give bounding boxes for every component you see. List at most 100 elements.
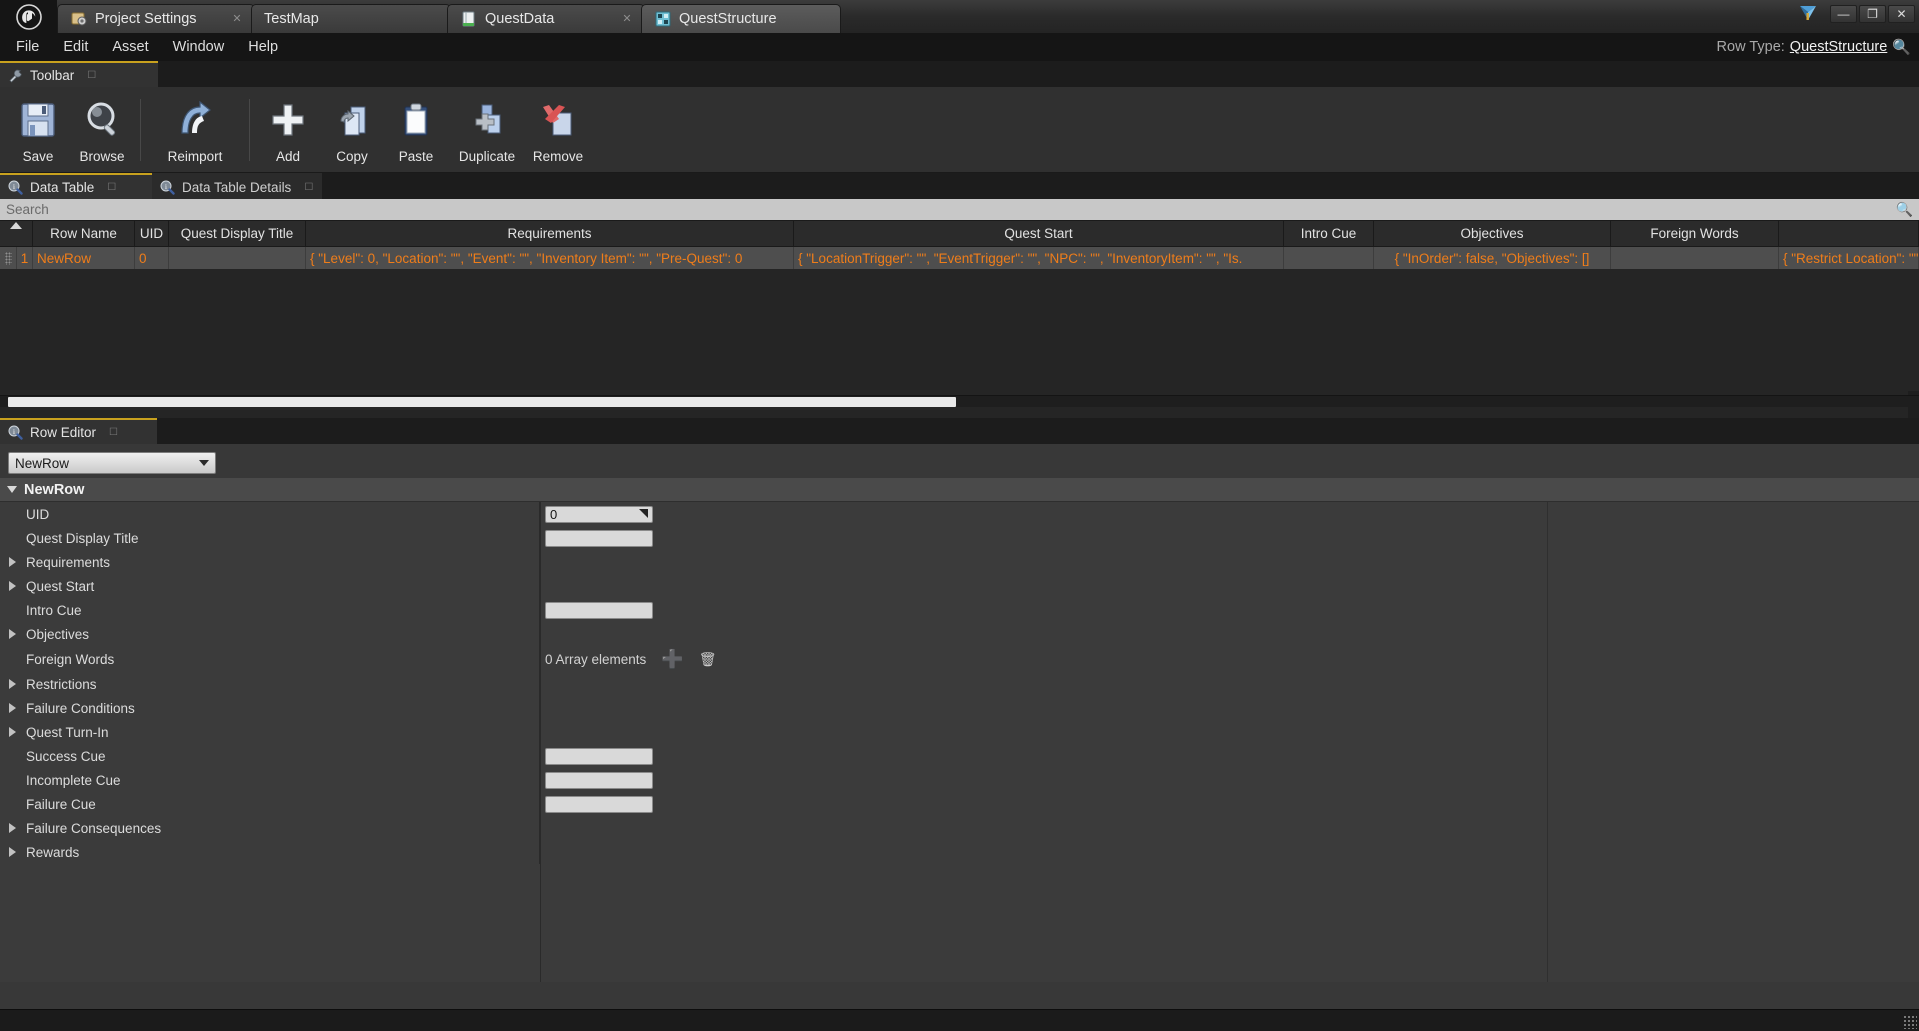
property-row-restrictions[interactable]: Restrictions bbox=[0, 672, 1919, 696]
cell-row-name[interactable]: NewRow bbox=[33, 247, 135, 269]
resize-grip-icon[interactable] bbox=[1903, 1015, 1917, 1029]
column-header-requirements[interactable]: Requirements bbox=[306, 221, 794, 246]
property-row-objectives[interactable]: Objectives bbox=[0, 622, 1919, 646]
property-row-quest-start[interactable]: Quest Start bbox=[0, 574, 1919, 598]
property-row-success-cue[interactable]: Success Cue bbox=[0, 744, 1919, 768]
data-table-panel: i Data Table ☐ i Data Table Details ☐ Se… bbox=[0, 173, 1919, 551]
cell-objectives[interactable]: { "InOrder": false, "Objectives": [] bbox=[1374, 247, 1611, 269]
panel-tab-label: Data Table Details bbox=[182, 179, 292, 195]
column-header-quest-start[interactable]: Quest Start bbox=[794, 221, 1284, 246]
panel-tab-toolbar[interactable]: Toolbar ☐ bbox=[0, 61, 158, 87]
property-row-quest-turn-in[interactable]: Quest Turn-In bbox=[0, 720, 1919, 744]
incomplete-cue-input[interactable] bbox=[545, 771, 653, 789]
chevron-right-icon[interactable] bbox=[9, 629, 16, 639]
close-icon[interactable]: ✕ bbox=[620, 12, 634, 26]
table-row[interactable]: 1 NewRow 0 { "Level": 0, "Location": "",… bbox=[0, 247, 1919, 269]
menu-item-edit[interactable]: Edit bbox=[51, 33, 100, 61]
cell-foreign-words[interactable] bbox=[1611, 247, 1779, 269]
data-table-search-bar[interactable]: Search 🔍 bbox=[0, 199, 1919, 221]
row-drag-handle[interactable] bbox=[0, 247, 17, 269]
minimize-button[interactable]: — bbox=[1830, 4, 1857, 23]
plus-icon[interactable]: ➕ bbox=[661, 650, 683, 668]
column-header-row-name[interactable]: Row Name bbox=[33, 221, 135, 246]
toolbar-button-reimport[interactable]: Reimport bbox=[147, 91, 243, 169]
row-selector-dropdown[interactable]: NewRow bbox=[8, 452, 216, 474]
column-header-foreign-words[interactable]: Foreign Words bbox=[1611, 221, 1779, 246]
scrollbar-thumb[interactable] bbox=[8, 397, 956, 407]
column-header-uid[interactable]: UID bbox=[135, 221, 169, 246]
success-cue-input[interactable] bbox=[545, 747, 653, 765]
property-label: Restrictions bbox=[26, 676, 97, 692]
chevron-right-icon[interactable] bbox=[9, 581, 16, 591]
uid-number-input[interactable]: 0 bbox=[545, 505, 653, 523]
unreal-logo-icon[interactable] bbox=[0, 0, 57, 33]
cell-uid[interactable]: 0 bbox=[135, 247, 169, 269]
property-row-foreign-words[interactable]: Foreign Words 0 Array elements ➕ 🗑 bbox=[0, 646, 1919, 672]
copy-pages-icon bbox=[329, 97, 375, 143]
row-type-value[interactable]: QuestStructure bbox=[1790, 39, 1888, 55]
maximize-button[interactable]: ❐ bbox=[1859, 4, 1886, 23]
toolbar-button-label: Duplicate bbox=[458, 148, 516, 164]
menu-item-help[interactable]: Help bbox=[236, 33, 290, 61]
toolbar-button-save[interactable]: Save bbox=[6, 91, 70, 169]
column-header-index[interactable] bbox=[0, 221, 33, 246]
toolbar-button-remove[interactable]: Remove bbox=[526, 91, 590, 169]
window-tab-testmap[interactable]: TestMap bbox=[251, 4, 451, 33]
cell-quest-display-title[interactable] bbox=[169, 247, 306, 269]
property-row-failure-cue[interactable]: Failure Cue bbox=[0, 792, 1919, 816]
menu-item-asset[interactable]: Asset bbox=[100, 33, 160, 61]
menu-item-window[interactable]: Window bbox=[161, 33, 237, 61]
panel-tab-data-table-details[interactable]: i Data Table Details ☐ bbox=[152, 173, 323, 199]
toolbar-button-copy[interactable]: Copy bbox=[320, 91, 384, 169]
toolbar-button-paste[interactable]: Paste bbox=[384, 91, 448, 169]
chevron-right-icon[interactable] bbox=[9, 823, 16, 833]
cell-overflow[interactable]: { "Restrict Location": "", "Restri bbox=[1779, 247, 1919, 269]
search-icon[interactable]: 🔍 bbox=[1896, 201, 1913, 218]
property-row-uid[interactable]: UID 0 bbox=[0, 502, 1919, 526]
property-row-failure-consequences[interactable]: Failure Consequences bbox=[0, 816, 1919, 840]
cell-requirements[interactable]: { "Level": 0, "Location": "", "Event": "… bbox=[306, 247, 794, 269]
close-icon[interactable]: ☐ bbox=[304, 182, 313, 193]
intro-cue-input[interactable] bbox=[545, 601, 653, 619]
property-row-requirements[interactable]: Requirements bbox=[0, 550, 1919, 574]
property-row-failure-conditions[interactable]: Failure Conditions bbox=[0, 696, 1919, 720]
cell-intro-cue[interactable] bbox=[1284, 247, 1374, 269]
quest-display-title-input[interactable] bbox=[545, 529, 653, 547]
column-header-objectives[interactable]: Objectives bbox=[1374, 221, 1611, 246]
close-button[interactable]: ✕ bbox=[1888, 4, 1915, 23]
property-row-incomplete-cue[interactable]: Incomplete Cue bbox=[0, 768, 1919, 792]
property-row-rewards[interactable]: Rewards bbox=[0, 840, 1919, 864]
panel-tab-row-editor[interactable]: i Row Editor ☐ bbox=[0, 418, 157, 444]
close-icon[interactable]: ☐ bbox=[87, 70, 96, 81]
trash-icon[interactable]: 🗑 bbox=[699, 651, 717, 668]
search-input[interactable]: Search bbox=[6, 202, 1896, 217]
info-magnifier-icon: i bbox=[8, 180, 23, 195]
close-icon[interactable]: ☐ bbox=[107, 182, 116, 193]
drag-spinner-icon[interactable] bbox=[637, 508, 648, 520]
category-header-newrow[interactable]: NewRow bbox=[0, 478, 1919, 502]
toolbar-button-add[interactable]: Add bbox=[256, 91, 320, 169]
data-table-horizontal-scrollbar[interactable] bbox=[0, 395, 1919, 407]
window-tab-queststructure[interactable]: QuestStructure bbox=[641, 4, 841, 33]
panel-tab-data-table[interactable]: i Data Table ☐ bbox=[0, 173, 152, 199]
failure-cue-input[interactable] bbox=[545, 795, 653, 813]
chevron-right-icon[interactable] bbox=[9, 557, 16, 567]
chevron-right-icon[interactable] bbox=[9, 679, 16, 689]
column-header-quest-display-title[interactable]: Quest Display Title bbox=[169, 221, 306, 246]
chevron-right-icon[interactable] bbox=[9, 847, 16, 857]
close-icon[interactable]: ✕ bbox=[230, 12, 244, 26]
window-tab-label: Project Settings bbox=[95, 11, 197, 27]
property-row-intro-cue[interactable]: Intro Cue bbox=[0, 598, 1919, 622]
window-tab-questdata[interactable]: QuestData ✕ bbox=[447, 4, 645, 33]
close-icon[interactable]: ☐ bbox=[109, 427, 118, 438]
search-icon[interactable]: 🔍 bbox=[1892, 38, 1911, 56]
toolbar-button-browse[interactable]: Browse bbox=[70, 91, 134, 169]
chevron-right-icon[interactable] bbox=[9, 703, 16, 713]
property-row-quest-display-title[interactable]: Quest Display Title bbox=[0, 526, 1919, 550]
toolbar-button-duplicate[interactable]: Duplicate bbox=[448, 91, 526, 169]
column-header-intro-cue[interactable]: Intro Cue bbox=[1284, 221, 1374, 246]
menu-item-file[interactable]: File bbox=[4, 33, 51, 61]
window-tab-project-settings[interactable]: Project Settings ✕ bbox=[57, 4, 255, 33]
cell-quest-start[interactable]: { "LocationTrigger": "", "EventTrigger":… bbox=[794, 247, 1284, 269]
chevron-right-icon[interactable] bbox=[9, 727, 16, 737]
